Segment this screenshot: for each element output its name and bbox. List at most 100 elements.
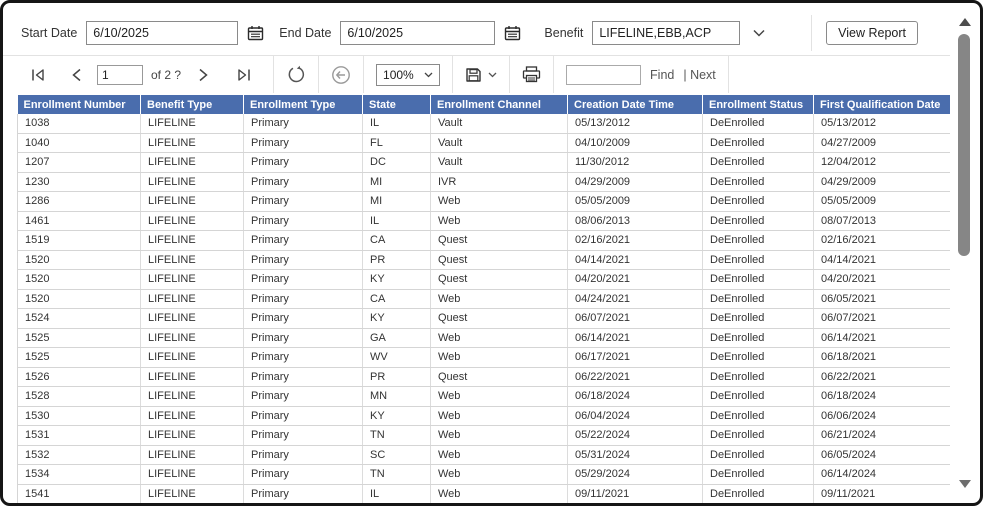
view-report-button[interactable]: View Report xyxy=(826,21,918,45)
table-cell: KY xyxy=(362,308,431,329)
table-cell: Primary xyxy=(243,464,363,485)
table-cell: Primary xyxy=(243,211,363,231)
end-date-label: End Date xyxy=(279,26,332,40)
table-cell: 06/14/2021 xyxy=(567,328,703,348)
table-cell: 06/18/2024 xyxy=(813,386,950,407)
table-row: 1230 LIFELINE Primary MI IVR 04/29/2009 DeEnro… xyxy=(17,172,950,192)
table-row: 1524 LIFELINE Primary KY Quest 06/07/2021 DeEn… xyxy=(17,308,950,329)
find-next-button[interactable]: | Next xyxy=(683,68,715,82)
end-date-calendar-button[interactable] xyxy=(504,25,521,41)
table-cell: Web xyxy=(430,328,568,348)
report-table-area: Enrollment Number Benefit Type Enrollment … xyxy=(3,93,950,503)
scroll-up-button[interactable] xyxy=(959,18,971,26)
page-number-input[interactable] xyxy=(97,64,143,85)
table-cell: DeEnrolled xyxy=(702,406,814,426)
table-cell: 06/18/2024 xyxy=(567,386,703,407)
table-row: 1286 LIFELINE Primary MI Web 05/05/2009 DeEnro… xyxy=(17,191,950,212)
table-row: 1525 LIFELINE Primary WV Web 06/17/2021 DeEnro… xyxy=(17,347,950,368)
table-cell: LIFELINE xyxy=(140,425,244,446)
table-row: 1541 LIFELINE Primary IL Web 09/11/2021 DeEnro… xyxy=(17,484,950,503)
table-cell: DeEnrolled xyxy=(702,191,814,212)
vertical-scrollbar[interactable] xyxy=(955,10,974,496)
table-cell: Web xyxy=(430,484,568,503)
table-cell: Web xyxy=(430,425,568,446)
find-button[interactable]: Find xyxy=(650,68,674,82)
start-date-input[interactable] xyxy=(86,21,239,45)
table-cell: Quest xyxy=(430,367,568,387)
table-cell: 06/04/2024 xyxy=(567,406,703,426)
table-cell: Primary xyxy=(243,347,363,368)
table-cell: SC xyxy=(362,445,431,465)
table-cell: Web xyxy=(430,464,568,485)
benefit-dropdown-button[interactable] xyxy=(753,29,765,37)
table-cell: Quest xyxy=(430,269,568,290)
table-cell: Primary xyxy=(243,406,363,426)
first-page-button[interactable] xyxy=(30,68,46,82)
start-date-calendar-button[interactable] xyxy=(247,25,264,41)
table-cell: DeEnrolled xyxy=(702,425,814,446)
scroll-down-button[interactable] xyxy=(959,480,971,488)
back-button[interactable] xyxy=(331,65,351,85)
table-cell: DeEnrolled xyxy=(702,114,814,134)
table-cell: IVR xyxy=(430,172,568,192)
report-toolbar: of 2 ? xyxy=(3,56,950,93)
table-cell: Primary xyxy=(243,425,363,446)
table-cell: TN xyxy=(362,464,431,485)
table-cell: 02/16/2021 xyxy=(813,230,950,251)
table-cell: LIFELINE xyxy=(140,172,244,192)
chevron-left-icon xyxy=(71,68,82,82)
table-cell: Primary xyxy=(243,152,363,173)
parameter-bar-divider xyxy=(811,15,813,51)
table-cell: 04/20/2021 xyxy=(567,269,703,290)
toolbar-separator xyxy=(363,56,365,93)
table-cell: LIFELINE xyxy=(140,211,244,231)
next-page-button[interactable] xyxy=(198,68,209,82)
previous-page-button[interactable] xyxy=(71,68,82,82)
calendar-icon xyxy=(504,25,521,41)
print-icon xyxy=(522,66,541,83)
table-cell: DeEnrolled xyxy=(702,484,814,503)
table-header-row: Enrollment Number Benefit Type Enrollment … xyxy=(17,95,950,114)
print-button[interactable] xyxy=(522,66,541,83)
table-cell: LIFELINE xyxy=(140,230,244,251)
table-cell: 06/14/2024 xyxy=(813,464,950,485)
table-cell: Primary xyxy=(243,386,363,407)
table-cell: Vault xyxy=(430,133,568,153)
table-cell: 05/05/2009 xyxy=(567,191,703,212)
table-cell: 06/07/2021 xyxy=(567,308,703,329)
last-page-button[interactable] xyxy=(236,68,252,82)
toolbar-separator xyxy=(452,56,454,93)
table-cell: 1526 xyxy=(17,367,141,387)
table-cell: DeEnrolled xyxy=(702,328,814,348)
table-cell: Web xyxy=(430,386,568,407)
export-button[interactable] xyxy=(465,67,497,83)
table-row: 1526 LIFELINE Primary PR Quest 06/22/2021 DeEn… xyxy=(17,367,950,387)
table-cell: DeEnrolled xyxy=(702,133,814,153)
find-input[interactable] xyxy=(566,64,642,85)
benefit-input[interactable] xyxy=(592,21,741,45)
table-cell: Quest xyxy=(430,230,568,251)
refresh-button[interactable] xyxy=(286,65,306,85)
table-cell: DeEnrolled xyxy=(702,289,814,309)
table-cell: 04/29/2009 xyxy=(567,172,703,192)
table-cell: LIFELINE xyxy=(140,308,244,329)
zoom-select[interactable]: 100% xyxy=(376,63,441,86)
table-cell: Primary xyxy=(243,289,363,309)
table-cell: 04/20/2021 xyxy=(813,269,950,290)
chevron-down-icon xyxy=(753,29,765,37)
table-cell: 08/06/2013 xyxy=(567,211,703,231)
report-viewer-window: Start Date End Date Benefit xyxy=(0,0,983,506)
table-cell: MI xyxy=(362,191,431,212)
table-cell: Primary xyxy=(243,114,363,134)
table-cell: 1525 xyxy=(17,328,141,348)
table-cell: Vault xyxy=(430,152,568,173)
table-row: 1532 LIFELINE Primary SC Web 05/31/2024 DeEnro… xyxy=(17,445,950,465)
table-cell: DeEnrolled xyxy=(702,230,814,251)
scrollbar-thumb[interactable] xyxy=(958,34,970,256)
table-cell: Web xyxy=(430,347,568,368)
table-cell: LIFELINE xyxy=(140,367,244,387)
table-cell: 06/17/2021 xyxy=(567,347,703,368)
refresh-icon xyxy=(286,65,306,85)
end-date-input[interactable] xyxy=(340,21,496,45)
start-date-label: Start Date xyxy=(21,26,78,40)
